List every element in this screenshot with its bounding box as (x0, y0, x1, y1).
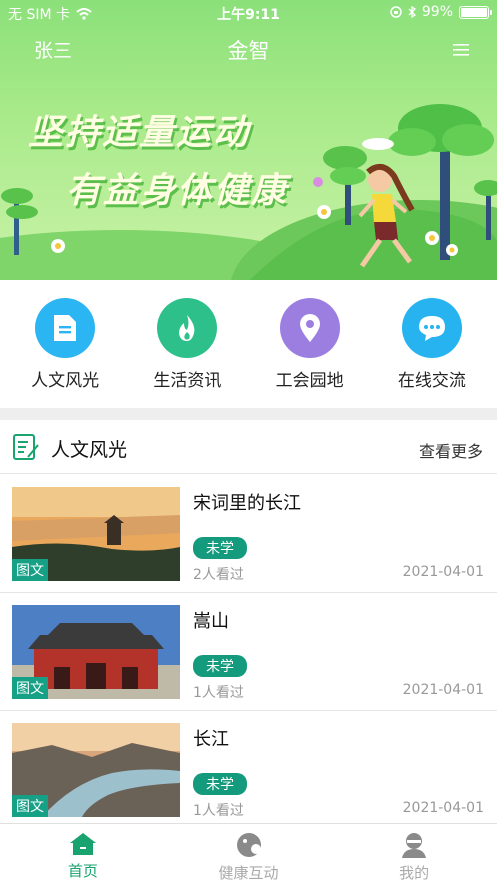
document-icon (35, 298, 96, 358)
view-count: 2人看过 (193, 567, 244, 583)
banner-slogan-line1: 坚持适量运动 (28, 113, 251, 153)
category-label: 工会园地 (275, 371, 344, 391)
status-badge: 未学 (193, 655, 247, 677)
article-type-tag: 图文 (12, 559, 48, 581)
tab-label: 健康互动 (218, 864, 279, 882)
category-label: 人文风光 (31, 371, 100, 391)
section-header: 人文风光 查看更多 (0, 420, 497, 474)
category-grid: 人文风光 生活资讯 工会园地 在线交流 (0, 280, 497, 408)
profile-icon (402, 833, 427, 858)
category-life-news[interactable]: 生活资讯 (132, 280, 242, 408)
battery-percent: 99% (421, 4, 453, 20)
article-date: 2021-04-01 (402, 682, 484, 698)
category-online-chat[interactable]: 在线交流 (377, 280, 487, 408)
menu-icon[interactable] (453, 38, 469, 62)
section-title: 人文风光 (51, 439, 128, 461)
battery-level (461, 7, 487, 17)
view-count: 1人看过 (193, 803, 244, 819)
article-thumbnail: 图文 (12, 487, 180, 581)
article-type-tag: 图文 (12, 795, 48, 817)
tab-label: 我的 (399, 864, 430, 882)
status-badge: 未学 (193, 773, 247, 795)
article-type-tag: 图文 (12, 677, 48, 699)
category-union[interactable]: 工会园地 (255, 280, 365, 408)
view-count: 1人看过 (193, 685, 244, 701)
home-icon (69, 833, 96, 855)
category-label: 生活资讯 (153, 371, 222, 391)
article-thumbnail: 图文 (12, 723, 180, 817)
tab-profile[interactable]: 我的 (331, 824, 497, 883)
flame-icon (157, 298, 218, 358)
list-item[interactable]: 图文 嵩山 未学 1人看过 2021-04-01 (0, 593, 497, 711)
section-divider (0, 408, 497, 420)
app-title: 金智 (227, 39, 270, 63)
status-bar: 无 SIM 卡 上午9:11 99% (0, 0, 497, 26)
health-icon (236, 833, 261, 857)
notes-icon (13, 434, 39, 460)
status-badge: 未学 (193, 537, 247, 559)
article-date: 2021-04-01 (402, 800, 484, 816)
article-title: 宋词里的长江 (193, 493, 301, 514)
category-label: 在线交流 (397, 371, 466, 391)
tab-label: 首页 (67, 862, 98, 880)
view-more-link[interactable]: 查看更多 (419, 438, 483, 462)
article-date: 2021-04-01 (402, 564, 484, 580)
location-pin-icon (279, 298, 340, 358)
rotation-lock-icon (390, 6, 402, 18)
category-culture[interactable]: 人文风光 (10, 280, 120, 408)
article-title: 长江 (193, 729, 229, 750)
list-item[interactable]: 图文 长江 未学 1人看过 2021-04-01 (0, 711, 497, 829)
list-item[interactable]: 图文 宋词里的长江 未学 2人看过 2021-04-01 (0, 475, 497, 593)
article-thumbnail: 图文 (12, 605, 180, 699)
battery-icon (459, 5, 492, 19)
nav-bar: 张三 金智 (0, 28, 497, 70)
article-title: 嵩山 (193, 611, 229, 632)
tab-bar: 首页 健康互动 我的 (0, 823, 497, 883)
article-list: 图文 宋词里的长江 未学 2人看过 2021-04-01 图文 嵩山 未学 1人… (0, 475, 497, 829)
tab-home[interactable]: 首页 (0, 824, 166, 883)
chat-bubble-icon (401, 298, 462, 358)
banner-slogan-line2: 有益身体健康 (66, 171, 289, 211)
tab-health[interactable]: 健康互动 (166, 824, 332, 883)
bluetooth-icon (408, 6, 416, 18)
